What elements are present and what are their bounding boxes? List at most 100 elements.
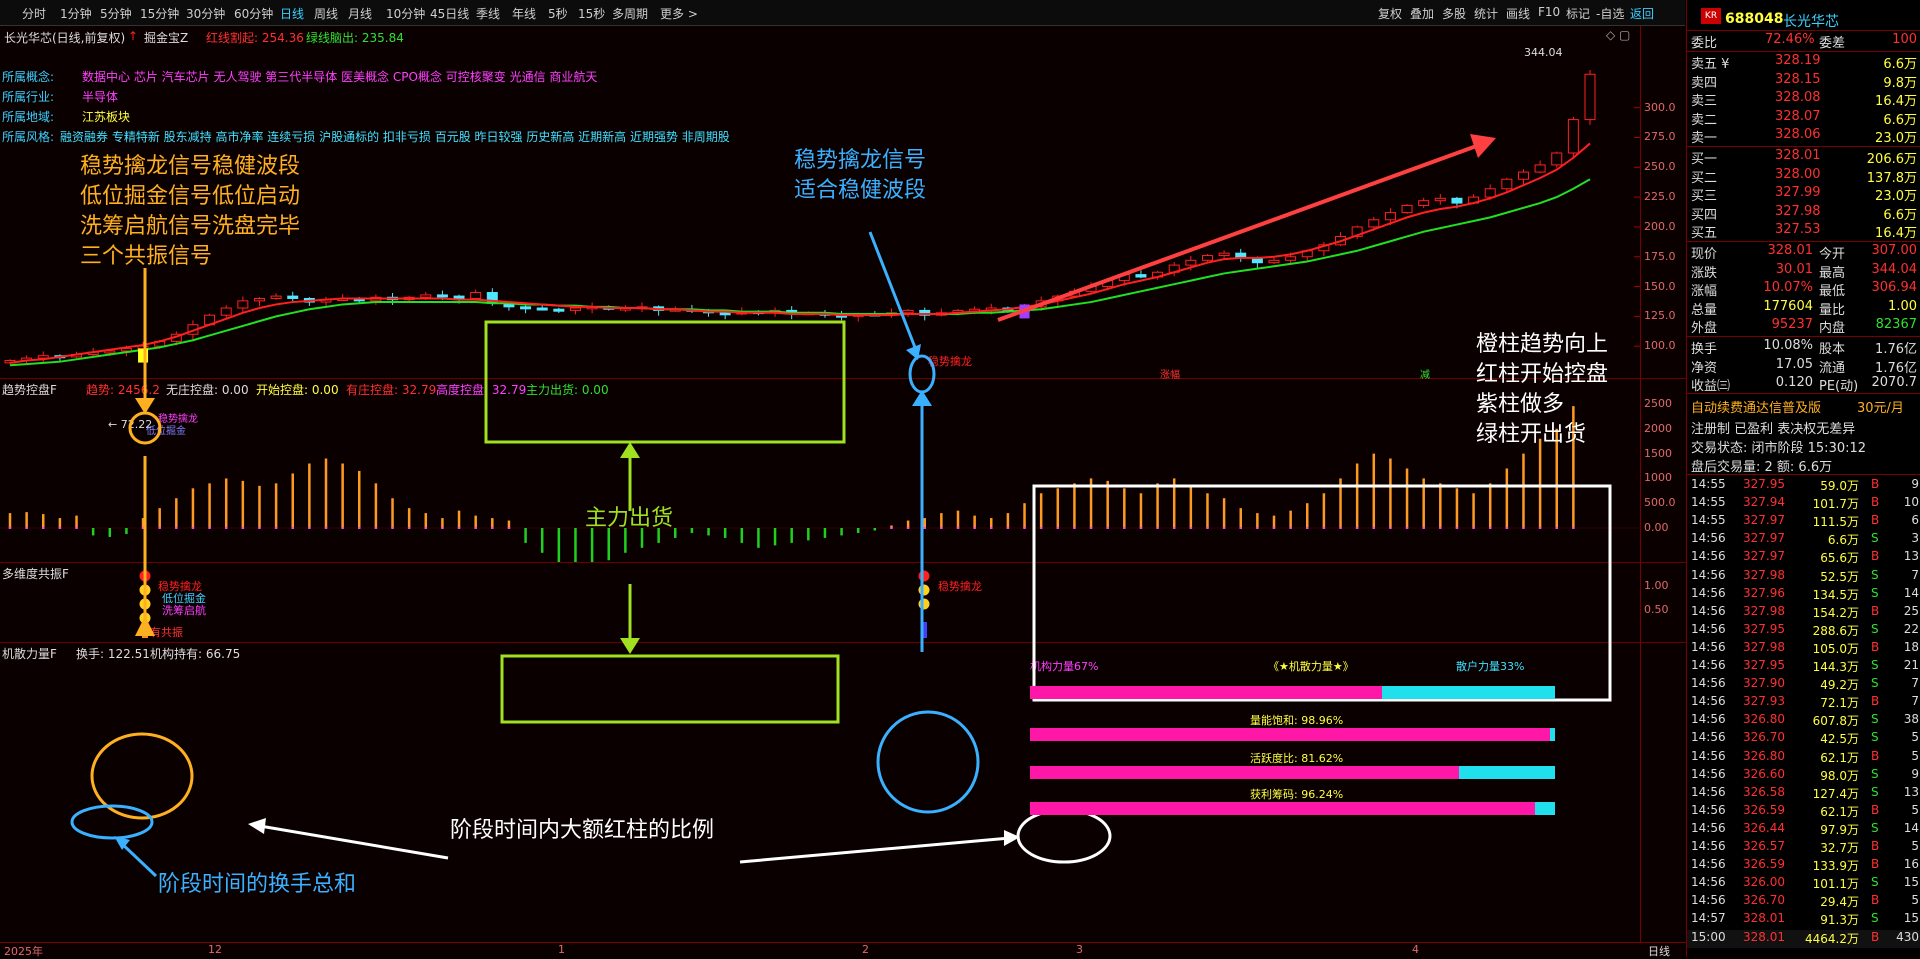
buy-price: 327.53 xyxy=(1775,222,1821,237)
toolbar-right-8[interactable]: 返回 xyxy=(1630,5,1654,22)
stat-label-1: 涨跌 xyxy=(1691,265,1718,281)
main-ytick-8: 100.0 xyxy=(1644,339,1676,353)
period-tab-4[interactable]: 30分钟 xyxy=(186,5,225,22)
power-bar-retail-3 xyxy=(1535,802,1555,815)
tick-price: 326.57 xyxy=(1743,839,1785,853)
promo-text[interactable]: 自动续费通达信普及版 xyxy=(1691,397,1821,416)
buy-price: 328.01 xyxy=(1775,148,1821,163)
pane3-ytick-0: 1.00 xyxy=(1644,579,1669,592)
tick-vol: 101.1万 xyxy=(1812,877,1859,892)
toolbar-right-1[interactable]: 叠加 xyxy=(1410,5,1434,22)
sell-vol: 23.0万 xyxy=(1875,131,1917,146)
period-tab-11[interactable]: 季线 xyxy=(476,5,500,22)
tick-price: 328.01 xyxy=(1743,929,1785,944)
period-tab-7[interactable]: 周线 xyxy=(314,5,338,22)
green-arrow-up-head xyxy=(620,442,640,458)
weibi-label: 委比 xyxy=(1691,36,1718,51)
stat-value-1: 95237 xyxy=(1771,317,1813,332)
period-tab-6[interactable]: 日线 xyxy=(280,5,304,22)
tick-time: 14:56 xyxy=(1691,694,1726,709)
toolbar-right-4[interactable]: 画线 xyxy=(1506,5,1530,22)
pane2-ytick-0: 2500 xyxy=(1644,397,1672,410)
stat-label-2: 内盘 xyxy=(1819,321,1846,336)
tick-price: 327.97 xyxy=(1743,549,1785,564)
main-ytick-7: 125.0 xyxy=(1644,309,1676,323)
period-tab-10[interactable]: 45日线 xyxy=(430,5,469,22)
tick-count: 5 xyxy=(1911,748,1919,763)
power-bar-retail-1 xyxy=(1549,728,1555,741)
tick-price: 326.00 xyxy=(1743,875,1785,890)
sell-label: 卖五 ¥ xyxy=(1691,57,1730,72)
period-tab-14[interactable]: 15秒 xyxy=(578,5,605,22)
toolbar-right-0[interactable]: 复权 xyxy=(1378,5,1402,22)
tick-vol: 133.9万 xyxy=(1812,859,1859,874)
sell-row-1[interactable]: 卖四 328.15 9.8万 xyxy=(1687,72,1920,91)
period-tab-12[interactable]: 年线 xyxy=(512,5,536,22)
stat-label-1: 总量 xyxy=(1691,302,1718,318)
x-label-3: 2 xyxy=(862,943,869,956)
buy-vol: 23.0万 xyxy=(1875,189,1917,204)
buy-row-4[interactable]: 买五 327.53 16.4万 xyxy=(1687,222,1920,241)
period-tab-1[interactable]: 1分钟 xyxy=(60,5,92,22)
toolbar-right-3[interactable]: 统计 xyxy=(1474,5,1498,22)
tick-vol: 97.9万 xyxy=(1820,822,1859,837)
tick-side: B xyxy=(1871,513,1880,528)
sell-row-2[interactable]: 卖三 328.08 16.4万 xyxy=(1687,90,1920,109)
stock-code: 688048 xyxy=(1725,11,1784,27)
pane2-ytick-3: 1000 xyxy=(1644,471,1672,485)
promo-price[interactable]: 30元/月 xyxy=(1857,397,1904,416)
tick-vol: 101.7万 xyxy=(1812,497,1859,512)
period-tab-15[interactable]: 多周期 xyxy=(612,5,648,22)
sell-row-4[interactable]: 卖一 328.06 23.0万 xyxy=(1687,127,1920,146)
tick-side: S xyxy=(1871,730,1879,745)
buy-label: 买一 xyxy=(1691,152,1718,167)
stat2-row-2: 收益㈢ 0.120 PE(动) 2070.7 xyxy=(1687,375,1920,394)
period-tab-8[interactable]: 月线 xyxy=(348,5,372,22)
period-tab-9[interactable]: 10分钟 xyxy=(386,5,425,22)
tick-side: S xyxy=(1871,621,1879,636)
sell-price: 328.07 xyxy=(1775,108,1821,124)
tick-side: B xyxy=(1871,477,1880,491)
buy-row-3[interactable]: 买四 327.98 6.6万 xyxy=(1687,204,1920,223)
period-tab-2[interactable]: 5分钟 xyxy=(100,5,132,22)
tick-vol: 32.7万 xyxy=(1820,841,1859,855)
toolbar-right-5[interactable]: F10 xyxy=(1538,5,1560,19)
sell-label: 卖三 xyxy=(1691,94,1718,109)
right-annotation-2: 紫柱做多 xyxy=(1476,392,1565,417)
left-annotation-2: 洗筹启航信号洗盘完毕 xyxy=(80,214,301,239)
period-tab-13[interactable]: 5秒 xyxy=(548,5,568,22)
power-bar-retail-0 xyxy=(1381,686,1555,699)
x-label-2: 1 xyxy=(558,943,565,956)
tick-side: S xyxy=(1871,784,1879,799)
toolbar-right-6[interactable]: 标记 xyxy=(1566,5,1590,22)
power-bar-inst-3 xyxy=(1030,802,1536,815)
buy-row-0[interactable]: 买一 328.01 206.6万 xyxy=(1687,148,1920,167)
tick-time: 14:56 xyxy=(1691,820,1726,835)
tick-price: 326.44 xyxy=(1743,820,1785,835)
weibi-value: 72.46% xyxy=(1765,32,1815,47)
tick-side: S xyxy=(1871,567,1879,582)
sell-row-0[interactable]: 卖五 ¥ 328.19 6.6万 xyxy=(1687,53,1920,72)
quote-panel: KR 688048 长光华芯 委比 72.46% 委差 100 卖五 ¥ 328.… xyxy=(1686,0,1920,957)
tick-time: 14:56 xyxy=(1691,585,1726,600)
tick-price: 326.60 xyxy=(1743,766,1785,781)
stock-name[interactable]: 长光华芯 xyxy=(1783,11,1839,31)
tick-price: 326.59 xyxy=(1743,802,1785,817)
sell-row-3[interactable]: 卖二 328.07 6.6万 xyxy=(1687,108,1920,128)
period-tab-16[interactable]: 更多 > xyxy=(660,5,698,22)
period-tab-3[interactable]: 15分钟 xyxy=(140,5,179,22)
buy-row-1[interactable]: 买二 328.00 137.8万 xyxy=(1687,167,1920,186)
left-arrow-head xyxy=(135,398,155,414)
buy-row-2[interactable]: 买三 327.99 23.0万 xyxy=(1687,185,1920,204)
period-tab-5[interactable]: 60分钟 xyxy=(234,5,273,22)
ratio-arrow-left xyxy=(259,824,449,860)
buy-label: 买三 xyxy=(1691,189,1718,204)
toolbar-right-2[interactable]: 多股 xyxy=(1442,5,1466,22)
stat-row-3: 总量 177604 量比 1.00 xyxy=(1687,299,1920,318)
tick-time: 14:56 xyxy=(1691,639,1726,654)
tick-vol: 52.5万 xyxy=(1820,569,1859,584)
toolbar-right-7[interactable]: -自选 xyxy=(1596,5,1624,22)
stat-label-2: 最高 xyxy=(1819,265,1846,281)
tick-side: B xyxy=(1871,802,1880,817)
period-tab-0[interactable]: 分时 xyxy=(22,5,46,22)
